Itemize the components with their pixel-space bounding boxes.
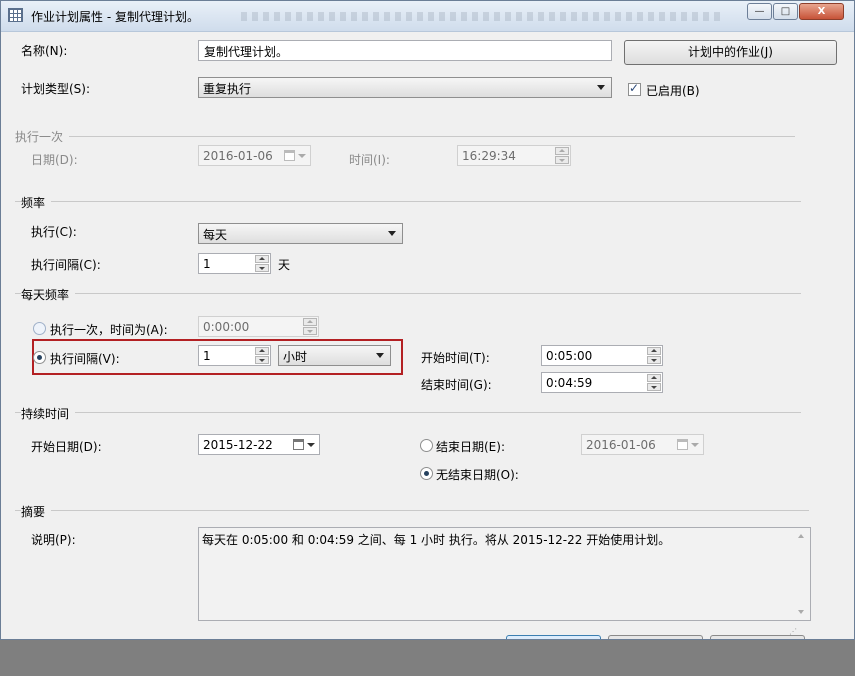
spin-down-icon: [255, 264, 269, 272]
name-input[interactable]: 复制代理计划。: [198, 40, 612, 61]
start-time-value: 0:05:00: [546, 349, 593, 363]
occurs-once-radio[interactable]: [33, 322, 46, 335]
occurs-every-label: 执行间隔(V):: [50, 352, 120, 366]
description-label: 说明(P):: [31, 533, 76, 547]
spin-down-icon: [647, 383, 661, 391]
occurs-once-time-spinner[interactable]: 0:00:00: [198, 316, 319, 337]
name-label: 名称(N):: [21, 44, 68, 58]
once-group-label: 执行一次: [15, 128, 70, 145]
spin-down-icon: [303, 327, 317, 335]
calendar-icon: [677, 439, 688, 450]
once-group-divider: [15, 136, 795, 137]
start-time-label: 开始时间(T):: [421, 351, 490, 365]
duration-group-label: 持续时间: [21, 405, 76, 422]
checkmark-icon: ✓: [629, 81, 640, 95]
schedule-type-value: 重复执行: [203, 82, 252, 96]
minimize-button[interactable]: —: [747, 3, 772, 20]
spin-up-icon: [647, 347, 661, 355]
cancel-button[interactable]: [608, 635, 703, 639]
spin-up-icon: [255, 347, 269, 355]
end-date-radio[interactable]: [420, 439, 433, 452]
spin-up-icon: [647, 374, 661, 382]
spin-down-icon: [255, 356, 269, 364]
background-window-title-blur: [241, 12, 721, 21]
once-time-label: 时间(I):: [349, 153, 390, 167]
enabled-checkbox[interactable]: ✓: [628, 81, 641, 96]
grid-app-icon: [8, 8, 23, 22]
chevron-down-icon: [597, 85, 605, 90]
spin-up-icon: [303, 318, 317, 326]
ok-button[interactable]: [506, 635, 601, 639]
no-end-date-radio[interactable]: [420, 467, 433, 480]
start-date-picker[interactable]: 2015-12-22: [198, 434, 320, 455]
summary-group-divider: [15, 510, 809, 511]
spin-down-icon: [647, 356, 661, 364]
chevron-down-icon: [376, 353, 384, 358]
occurs-once-label: 执行一次，时间为(A):: [50, 323, 168, 337]
schedule-type-label: 计划类型(S):: [21, 82, 91, 96]
description-text: 每天在 0:05:00 和 0:04:59 之间、每 1 小时 执行。将从 20…: [202, 533, 671, 547]
once-date-value: 2016-01-06: [203, 149, 273, 163]
end-date-picker[interactable]: 2016-01-06: [581, 434, 704, 455]
occurs-value: 每天: [203, 228, 228, 242]
end-time-spinner[interactable]: 0:04:59: [541, 372, 663, 393]
calendar-icon: [293, 439, 304, 450]
frequency-group-label: 频率: [21, 194, 52, 211]
chevron-down-icon: [388, 231, 396, 236]
chevron-down-icon: [691, 443, 699, 447]
occurs-every-spinner[interactable]: 1: [198, 345, 271, 366]
maximize-button[interactable]: □: [773, 3, 798, 20]
occurs-every-radio[interactable]: [33, 351, 46, 364]
daily-group-divider: [15, 293, 801, 294]
frequency-group-divider: [15, 201, 801, 202]
schedule-properties-window: 作业计划属性 - 复制代理计划。 — □ X 名称(N): 复制代理计划。 计划…: [0, 0, 855, 640]
duration-group-divider: [15, 412, 801, 413]
scroll-down-icon: [798, 610, 804, 614]
window-title: 作业计划属性 - 复制代理计划。: [31, 10, 199, 24]
recurs-every-spinner[interactable]: 1: [198, 253, 271, 274]
chevron-down-icon: [307, 443, 315, 447]
calendar-icon: [284, 150, 295, 161]
description-textarea[interactable]: 每天在 0:05:00 和 0:04:59 之间、每 1 小时 执行。将从 20…: [198, 527, 811, 621]
daily-group-label: 每天频率: [21, 286, 76, 303]
start-date-label: 开始日期(D):: [31, 440, 102, 454]
occurs-label: 执行(C):: [31, 225, 77, 239]
start-date-value: 2015-12-22: [203, 438, 273, 452]
end-date-value: 2016-01-06: [586, 438, 656, 452]
occurs-once-time-value: 0:00:00: [203, 320, 250, 334]
no-end-date-label: 无结束日期(O):: [436, 468, 519, 482]
recurs-every-label: 执行间隔(C):: [31, 258, 101, 272]
close-button[interactable]: X: [799, 3, 844, 20]
occurs-every-value: 1: [203, 349, 211, 363]
recurs-unit-label: 天: [278, 258, 291, 272]
chevron-down-icon: [298, 154, 306, 158]
end-date-label: 结束日期(E):: [436, 440, 505, 454]
occurs-every-unit-value: 小时: [283, 350, 308, 364]
recurs-every-value: 1: [203, 257, 211, 271]
description-scrollbar[interactable]: [794, 529, 809, 619]
title-bar: 作业计划属性 - 复制代理计划。 — □ X: [1, 1, 854, 32]
summary-group-label: 摘要: [21, 503, 52, 520]
resize-grip-icon[interactable]: ⋰: [789, 627, 797, 636]
once-time-value: 16:29:34: [462, 149, 516, 163]
start-time-spinner[interactable]: 0:05:00: [541, 345, 663, 366]
spin-up-icon: [555, 147, 569, 155]
occurs-every-unit-select[interactable]: 小时: [278, 345, 391, 366]
enabled-label: 已启用(B): [646, 84, 700, 98]
schedule-type-select[interactable]: 重复执行: [198, 77, 612, 98]
end-time-label: 结束时间(G):: [421, 378, 492, 392]
end-time-value: 0:04:59: [546, 376, 593, 390]
jobs-in-schedule-button[interactable]: 计划中的作业(J): [624, 40, 837, 65]
spin-down-icon: [555, 156, 569, 164]
scroll-up-icon: [798, 534, 804, 538]
once-date-label: 日期(D):: [31, 153, 78, 167]
once-date-picker[interactable]: 2016-01-06: [198, 145, 311, 166]
occurs-select[interactable]: 每天: [198, 223, 403, 244]
spin-up-icon: [255, 255, 269, 263]
once-time-spinner[interactable]: 16:29:34: [457, 145, 571, 166]
